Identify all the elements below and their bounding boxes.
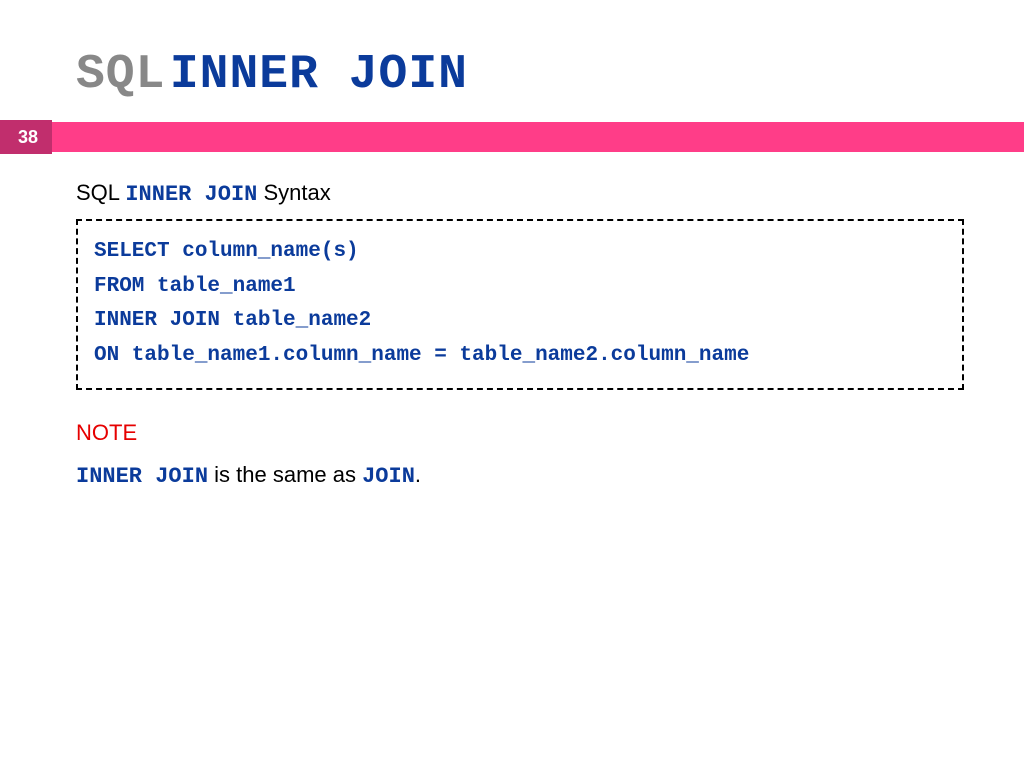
divider-bar: 38 (0, 122, 1024, 152)
page-number-badge: 38 (0, 120, 52, 154)
syntax-subtitle: SQL INNER JOIN Syntax (76, 180, 964, 207)
code-line-3: INNER JOIN table_name2 (94, 304, 946, 339)
slide-content: SQL INNER JOIN Syntax SELECT column_name… (0, 152, 1024, 489)
note-body: INNER JOIN is the same as JOIN. (76, 462, 964, 489)
subtitle-prefix: SQL (76, 180, 119, 205)
note-mid-text: is the same as (208, 462, 362, 487)
title-prefix: SQL (76, 48, 165, 102)
code-line-1: SELECT column_name(s) (94, 235, 946, 270)
code-line-4: ON table_name1.column_name = table_name2… (94, 339, 946, 374)
code-line-2: FROM table_name1 (94, 270, 946, 305)
note-keyword-2: JOIN (362, 464, 415, 489)
note-keyword-1: INNER JOIN (76, 464, 208, 489)
title-highlight-text: INNER JOIN (170, 48, 468, 102)
subtitle-suffix: Syntax (264, 180, 331, 205)
syntax-code-box: SELECT column_name(s) FROM table_name1 I… (76, 219, 964, 390)
note-end: . (415, 462, 421, 487)
subtitle-highlight: INNER JOIN (125, 182, 257, 207)
note-label: NOTE (76, 420, 964, 446)
slide-title: SQL INNER JOIN (0, 0, 1024, 122)
